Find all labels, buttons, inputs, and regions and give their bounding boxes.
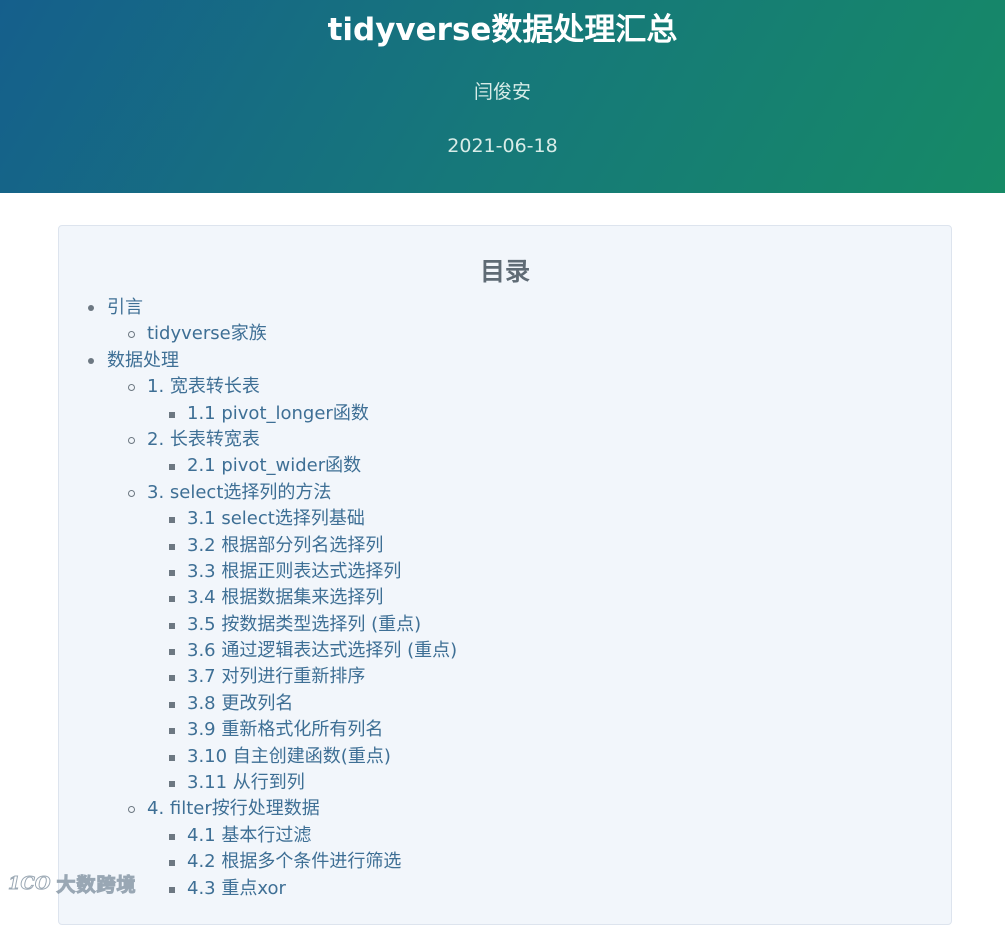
toc-item: 1. 宽表转长表 xyxy=(59,374,457,400)
toc-link[interactable]: 数据处理 xyxy=(107,350,179,371)
page-header: tidyverse数据处理汇总 闫俊安 2021-06-18 xyxy=(0,0,1005,193)
toc-title: 目录 xyxy=(479,257,530,286)
toc-link[interactable]: 4. filter按行处理数据 xyxy=(147,798,320,819)
toc-link[interactable]: 2.1 pivot_wider函数 xyxy=(187,455,361,476)
square-bullet-icon xyxy=(169,754,175,761)
toc-link[interactable]: 4.2 根据多个条件进行筛选 xyxy=(187,851,401,872)
circle-bullet-icon xyxy=(128,489,135,497)
toc-link[interactable]: 3.8 更改列名 xyxy=(187,693,293,714)
toc-item: 3.2 根据部分列名选择列 xyxy=(59,533,457,559)
toc-item: 4.1 基本行过滤 xyxy=(59,823,457,849)
watermark-text: 大数跨境 xyxy=(56,874,137,897)
toc-link[interactable]: 3.9 重新格式化所有列名 xyxy=(187,719,383,740)
toc-link[interactable]: 4.1 基本行过滤 xyxy=(187,825,311,846)
toc-item: 3.9 重新格式化所有列名 xyxy=(59,717,457,743)
toc-link[interactable]: 3. select选择列的方法 xyxy=(147,482,331,503)
toc-link[interactable]: 3.6 通过逻辑表达式选择列 (重点) xyxy=(187,640,457,661)
toc-item: 3.8 更改列名 xyxy=(59,691,457,717)
toc-link[interactable]: 3.3 根据正则表达式选择列 xyxy=(187,561,401,582)
toc-link[interactable]: 3.4 根据数据集来选择列 xyxy=(187,587,383,608)
disc-bullet-icon xyxy=(88,305,94,311)
toc-item: 引言 xyxy=(59,295,457,321)
square-bullet-icon xyxy=(169,411,175,418)
square-bullet-icon xyxy=(169,701,175,708)
square-bullet-icon xyxy=(169,464,175,471)
publish-date: 2021-06-18 xyxy=(447,135,558,157)
toc-link[interactable]: 3.7 对列进行重新排序 xyxy=(187,666,365,687)
toc-link[interactable]: 引言 xyxy=(107,297,143,318)
toc-item: 3.3 根据正则表达式选择列 xyxy=(59,559,457,585)
toc-item: 3.7 对列进行重新排序 xyxy=(59,664,457,690)
toc-item: 4. filter按行处理数据 xyxy=(59,796,457,822)
toc-item: 3.4 根据数据集来选择列 xyxy=(59,585,457,611)
square-bullet-icon xyxy=(169,517,175,524)
toc-item: 2. 长表转宽表 xyxy=(59,427,457,453)
toc-item: 2.1 pivot_wider函数 xyxy=(59,453,457,479)
toc-item: 3.5 按数据类型选择列 (重点) xyxy=(59,612,457,638)
toc-item: 3.10 自主创建函数(重点) xyxy=(59,744,457,770)
square-bullet-icon xyxy=(169,569,175,576)
author-name: 闫俊安 xyxy=(473,81,531,103)
circle-bullet-icon xyxy=(128,384,135,392)
toc-link[interactable]: 2. 长表转宽表 xyxy=(147,429,260,450)
square-bullet-icon xyxy=(169,860,175,867)
square-bullet-icon xyxy=(169,886,175,893)
circle-bullet-icon xyxy=(128,806,135,814)
circle-bullet-icon xyxy=(128,331,135,339)
toc-link[interactable]: 4.3 重点xor xyxy=(187,878,286,899)
square-bullet-icon xyxy=(169,622,175,629)
square-bullet-icon xyxy=(169,675,175,682)
toc-item: 3.6 通过逻辑表达式选择列 (重点) xyxy=(59,638,457,664)
toc-link[interactable]: 3.11 从行到列 xyxy=(187,772,305,793)
toc-item: 数据处理 xyxy=(59,348,457,374)
toc-item: 1.1 pivot_longer函数 xyxy=(59,401,457,427)
square-bullet-icon xyxy=(169,543,175,550)
watermark: 1CO 大数跨境 xyxy=(8,870,137,897)
toc-item: 3. select选择列的方法 xyxy=(59,480,457,506)
square-bullet-icon xyxy=(169,596,175,603)
square-bullet-icon xyxy=(169,728,175,735)
toc-link[interactable]: 3.5 按数据类型选择列 (重点) xyxy=(187,614,421,635)
toc-item: 3.1 select选择列基础 xyxy=(59,506,457,532)
toc-link[interactable]: 3.2 根据部分列名选择列 xyxy=(187,535,383,556)
toc-link[interactable]: tidyverse家族 xyxy=(147,323,267,344)
toc-item: tidyverse家族 xyxy=(59,321,457,347)
square-bullet-icon xyxy=(169,649,175,656)
page-title: tidyverse数据处理汇总 xyxy=(327,12,678,48)
toc-item: 3.11 从行到列 xyxy=(59,770,457,796)
circle-bullet-icon xyxy=(128,436,135,444)
toc-link[interactable]: 1.1 pivot_longer函数 xyxy=(187,403,369,424)
table-of-contents: 目录 引言 tidyverse家族数据处理 1. 宽表转长表 1.1 pivot_lo… xyxy=(58,225,952,925)
toc-link[interactable]: 3.10 自主创建函数(重点) xyxy=(187,746,391,767)
square-bullet-icon xyxy=(169,833,175,840)
toc-link[interactable]: 1. 宽表转长表 xyxy=(147,376,260,397)
disc-bullet-icon xyxy=(88,357,94,364)
watermark-logo-icon: 1CO xyxy=(8,873,52,895)
square-bullet-icon xyxy=(169,781,175,788)
toc-list: 引言 tidyverse家族数据处理 1. 宽表转长表 1.1 pivot_longe… xyxy=(59,295,457,902)
toc-link[interactable]: 3.1 select选择列基础 xyxy=(187,508,365,529)
